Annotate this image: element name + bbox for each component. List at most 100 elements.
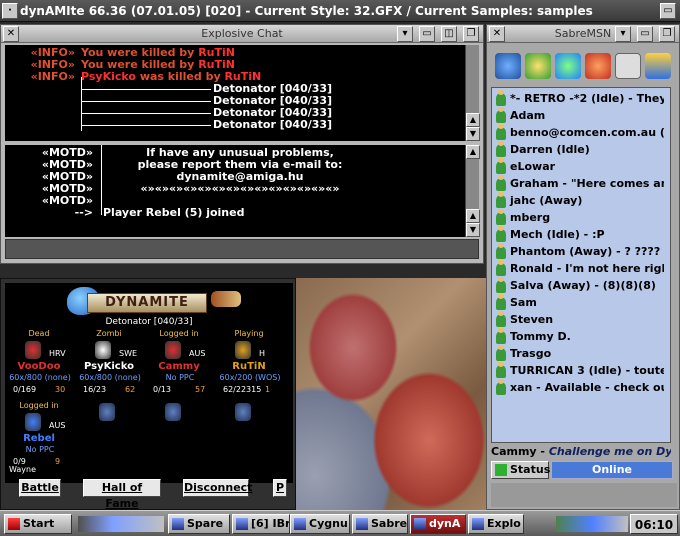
- scroll-down-icon[interactable]: ▼: [466, 127, 480, 141]
- chat-tag: «INFO»: [30, 70, 75, 83]
- contact-item[interactable]: eLowar: [496, 158, 664, 175]
- chat-input[interactable]: [5, 239, 479, 259]
- iconify-icon[interactable]: ▭: [637, 26, 653, 42]
- depth-icon[interactable]: ❐: [659, 26, 675, 42]
- player-spec: 60x/800 (none): [9, 373, 71, 382]
- battle-button[interactable]: Battle: [19, 479, 61, 497]
- self-name: Cammy -: [491, 445, 549, 458]
- contact-item[interactable]: Tommy D.: [496, 328, 664, 345]
- quicklaunch-icons[interactable]: [78, 516, 164, 532]
- preferences-icon[interactable]: [645, 53, 671, 79]
- player-bombs: 9: [55, 457, 61, 466]
- iconify-icon[interactable]: ▭: [419, 26, 435, 42]
- contact-item[interactable]: Adam: [496, 107, 664, 124]
- contact-item[interactable]: Darren (Idle): [496, 141, 664, 158]
- buddy-icon: [496, 124, 506, 140]
- zoom-icon[interactable]: ◫: [441, 26, 457, 42]
- contact-item[interactable]: Salva (Away) - (8)(8)(8): [496, 277, 664, 294]
- start-button[interactable]: Start: [4, 514, 72, 534]
- chat-message: «»«»«»«»«»«»«»«»«»«»«»«»«»«»: [140, 182, 340, 195]
- player-country: H: [259, 349, 266, 358]
- menu-icon[interactable]: ▾: [397, 26, 413, 42]
- scroll-down-icon[interactable]: ▼: [466, 223, 480, 237]
- remove-contact-icon[interactable]: [585, 53, 611, 79]
- contact-list[interactable]: *- RETRO -*2 (Idle) - They'v Adam benno@co…: [491, 87, 671, 443]
- contact-item[interactable]: Graham - "Here comes anot: [496, 175, 664, 192]
- disconnect-button[interactable]: Disconnect: [183, 479, 252, 497]
- taskbar-task-sabre[interactable]: Sabre: [352, 514, 408, 534]
- contact-item[interactable]: Ronald - I'm not here right n: [496, 260, 664, 277]
- screen-title-bar: · dynAMIte 66.36 (07.01.05) [020] - Curr…: [0, 0, 680, 22]
- contact-item[interactable]: xan - Available - check out: [496, 379, 664, 396]
- close-icon[interactable]: ✕: [3, 26, 19, 42]
- options-icon[interactable]: [615, 53, 641, 79]
- menu-icon[interactable]: ▾: [615, 26, 631, 42]
- chat-window-title: Explosive Chat: [201, 27, 283, 40]
- player-bombs: 57: [195, 385, 206, 394]
- screen-depth-icon[interactable]: ▭: [660, 3, 676, 19]
- player-score: 0/13: [153, 385, 171, 394]
- taskbar-task-6ibr[interactable]: [6] IBr: [232, 514, 290, 534]
- contact-name: Phantom (Away) - ? ???? ?: [510, 245, 664, 258]
- contact-item[interactable]: TURRICAN 3 (Idle) - toute p: [496, 362, 664, 379]
- add-contact-icon[interactable]: [555, 53, 581, 79]
- buddy-icon: [496, 158, 506, 174]
- buddy-icon: [496, 243, 506, 259]
- scroll-up-icon[interactable]: ▲: [466, 113, 480, 127]
- contact-item[interactable]: Trasgo: [496, 345, 664, 362]
- taskbar-task-explo[interactable]: Explo: [468, 514, 524, 534]
- contact-name: mberg: [510, 211, 551, 224]
- close-screen-icon[interactable]: ·: [2, 3, 18, 19]
- chat-lower-scrollbar[interactable]: ▲ ▲ ▼: [465, 145, 480, 237]
- contact-item[interactable]: jahc (Away): [496, 192, 664, 209]
- player-state: Logged in: [159, 329, 199, 338]
- close-icon[interactable]: ✕: [489, 26, 505, 42]
- hall-of-fame-button[interactable]: Hall of Fame: [83, 479, 161, 510]
- tree-line: [81, 113, 211, 114]
- contact-item[interactable]: Mech (Idle) - :P: [496, 226, 664, 243]
- chat-window-titlebar[interactable]: ✕ Explosive Chat ▾ ▭ ◫ ❐: [1, 25, 483, 43]
- contact-name: Tommy D.: [510, 330, 571, 343]
- chat-line: --> Player Rebel (5) joined: [5, 207, 465, 219]
- p-button[interactable]: P: [273, 479, 287, 497]
- player-name: PsyKicko: [81, 70, 136, 83]
- player-score: 0/169: [13, 385, 37, 394]
- taskbar-task-cygnu[interactable]: Cygnu: [290, 514, 350, 534]
- taskbar-task-spare[interactable]: Spare: [168, 514, 230, 534]
- connect-icon[interactable]: [495, 53, 521, 79]
- depth-icon[interactable]: ❐: [463, 26, 479, 42]
- player-spec: 60x/800 (none): [79, 373, 141, 382]
- tree-line: [81, 77, 82, 131]
- contact-item[interactable]: Sam: [496, 294, 664, 311]
- contact-item[interactable]: Steven: [496, 311, 664, 328]
- contact-name: xan - Available - check out: [510, 381, 664, 394]
- tray-icons[interactable]: [556, 516, 628, 532]
- contact-name: TURRICAN 3 (Idle) - toute p: [510, 364, 664, 377]
- game-panel: DYNAMITE Detonator [040/33] Dead HRV VooDo…: [0, 278, 296, 510]
- player-state: Dead: [28, 329, 50, 338]
- chat-log-upper: «INFO» You were killed by RuTiN «INFO» You …: [5, 45, 465, 141]
- contact-item[interactable]: mberg: [496, 209, 664, 226]
- contact-item[interactable]: Phantom (Away) - ? ???? ?: [496, 243, 664, 260]
- divider: [101, 145, 102, 215]
- status-label: Status: [491, 461, 550, 479]
- contact-name: Salva (Away) - (8)(8)(8): [510, 279, 656, 292]
- taskbar-task-dyna[interactable]: dynA: [410, 514, 466, 534]
- player-country: SWE: [119, 349, 138, 358]
- contact-item[interactable]: benno@comcen.com.au (Idl: [496, 124, 664, 141]
- contact-item[interactable]: *- RETRO -*2 (Idle) - They'v: [496, 90, 664, 107]
- personal-message[interactable]: Cammy - Challenge me on Dyn: [491, 445, 671, 459]
- clock: 06:10: [630, 514, 678, 534]
- chat-message: Detonator [040/33]: [213, 118, 333, 131]
- dynamite-stick-icon: [211, 291, 241, 307]
- scroll-up-icon[interactable]: ▲: [466, 209, 480, 223]
- status-select[interactable]: Online: [551, 461, 673, 479]
- msn-window-titlebar[interactable]: ✕ SabreMSN ▾ ▭ ❐: [487, 25, 679, 43]
- task-icon: [414, 518, 426, 530]
- scroll-up-icon[interactable]: ▲: [466, 145, 480, 159]
- empty-slot-avatar-icon: [235, 403, 251, 421]
- contact-status-icon[interactable]: [525, 53, 551, 79]
- chat-window: ✕ Explosive Chat ▾ ▭ ◫ ❐ «INFO» You were …: [0, 24, 484, 264]
- chat-upper-scrollbar[interactable]: ▲ ▼: [465, 45, 480, 141]
- buddy-icon: [496, 90, 506, 106]
